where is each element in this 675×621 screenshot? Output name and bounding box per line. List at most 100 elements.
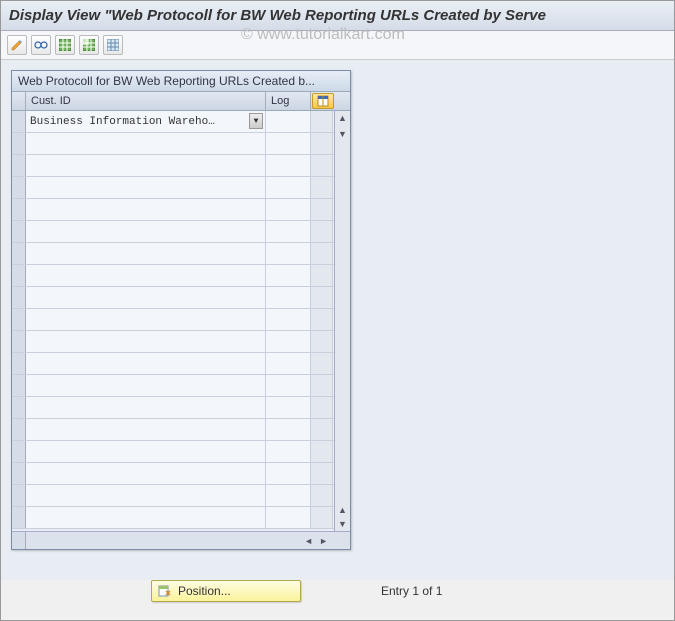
cell-cust-id[interactable] (26, 463, 266, 484)
table-row (12, 265, 350, 287)
cell-spacer (311, 111, 333, 132)
cell-spacer (311, 397, 333, 418)
scroll-down-icon[interactable]: ▼ (336, 517, 350, 531)
column-header-log[interactable]: Log (266, 92, 311, 110)
table-row (12, 419, 350, 441)
cell-cust-id[interactable] (26, 177, 266, 198)
glasses-icon (34, 40, 48, 50)
row-selector[interactable] (12, 507, 26, 528)
row-selector[interactable] (12, 287, 26, 308)
cell-cust-id[interactable] (26, 397, 266, 418)
cell-log[interactable] (266, 485, 311, 506)
cell-cust-id[interactable] (26, 155, 266, 176)
cell-spacer (311, 287, 333, 308)
row-selector[interactable] (12, 463, 26, 484)
row-selector[interactable] (12, 177, 26, 198)
cell-log[interactable] (266, 507, 311, 528)
window-header: Display View "Web Protocoll for BW Web R… (1, 1, 674, 31)
row-selector[interactable] (12, 199, 26, 220)
cell-log[interactable] (266, 155, 311, 176)
select-block-button[interactable] (79, 35, 99, 55)
cell-spacer (311, 243, 333, 264)
display-button[interactable] (31, 35, 51, 55)
column-header-cust[interactable]: Cust. ID (26, 92, 266, 110)
cell-cust-id[interactable]: Business Information Wareho…▼ (26, 111, 266, 132)
cell-cust-id[interactable] (26, 441, 266, 462)
cell-log[interactable] (266, 463, 311, 484)
scroll-left-icon[interactable]: ◄ (302, 536, 315, 546)
row-selector[interactable] (12, 353, 26, 374)
row-selector[interactable] (12, 441, 26, 462)
row-selector[interactable] (12, 309, 26, 330)
footer-row-selector (12, 532, 26, 549)
table-row (12, 485, 350, 507)
cell-cust-id[interactable] (26, 331, 266, 352)
table-row (12, 353, 350, 375)
cell-log[interactable] (266, 331, 311, 352)
row-selector[interactable] (12, 375, 26, 396)
row-selector[interactable] (12, 485, 26, 506)
row-selector[interactable] (12, 397, 26, 418)
grid-body: Business Information Wareho…▼ ▲ ▼ ▲ ▼ (12, 111, 350, 531)
column-settings-button[interactable] (312, 93, 334, 109)
row-selector[interactable] (12, 221, 26, 242)
cell-cust-id[interactable] (26, 199, 266, 220)
dropdown-icon[interactable]: ▼ (249, 113, 263, 129)
row-selector[interactable] (12, 111, 26, 132)
cell-cust-id[interactable] (26, 265, 266, 286)
deselect-all-button[interactable] (103, 35, 123, 55)
cell-log[interactable] (266, 419, 311, 440)
scroll-right-icon[interactable]: ► (317, 536, 330, 546)
cell-cust-id[interactable] (26, 133, 266, 154)
row-selector[interactable] (12, 243, 26, 264)
cell-log[interactable] (266, 287, 311, 308)
cell-cust-id[interactable] (26, 221, 266, 242)
horizontal-scrollbar[interactable]: ◄ ► (26, 536, 350, 546)
cell-log[interactable] (266, 243, 311, 264)
cell-spacer (311, 441, 333, 462)
table-settings-icon (317, 95, 329, 107)
cell-log[interactable] (266, 441, 311, 462)
cell-cust-id[interactable] (26, 287, 266, 308)
scroll-up-step-icon[interactable]: ▲ (336, 503, 350, 517)
cell-cust-id[interactable] (26, 309, 266, 330)
row-selector[interactable] (12, 155, 26, 176)
cell-cust-id[interactable] (26, 419, 266, 440)
row-selector[interactable] (12, 133, 26, 154)
position-button[interactable]: Position... (151, 580, 301, 602)
cell-cust-id[interactable] (26, 375, 266, 396)
cell-log[interactable] (266, 265, 311, 286)
cell-spacer (311, 463, 333, 484)
cell-log[interactable] (266, 199, 311, 220)
cell-spacer (311, 221, 333, 242)
cell-log[interactable] (266, 397, 311, 418)
table-row (12, 309, 350, 331)
cell-cust-id[interactable] (26, 243, 266, 264)
entry-count-text: Entry 1 of 1 (381, 584, 442, 598)
row-selector[interactable] (12, 419, 26, 440)
cell-log[interactable] (266, 177, 311, 198)
row-selector[interactable] (12, 331, 26, 352)
cell-log[interactable] (266, 221, 311, 242)
row-selector-header[interactable] (12, 92, 26, 110)
scroll-down-step-icon[interactable]: ▼ (336, 127, 350, 141)
grid-header: Cust. ID Log (12, 92, 350, 111)
cell-cust-id[interactable] (26, 507, 266, 528)
cell-log[interactable] (266, 111, 311, 132)
table-row (12, 287, 350, 309)
cell-log[interactable] (266, 133, 311, 154)
cell-log[interactable] (266, 375, 311, 396)
cell-cust-id[interactable] (26, 485, 266, 506)
row-selector[interactable] (12, 265, 26, 286)
vertical-scrollbar[interactable]: ▲ ▼ ▲ ▼ (334, 111, 350, 531)
scroll-up-icon[interactable]: ▲ (336, 111, 350, 125)
cell-spacer (311, 133, 333, 154)
table-icon (59, 39, 71, 51)
cell-log[interactable] (266, 309, 311, 330)
table-row (12, 463, 350, 485)
cell-spacer (311, 375, 333, 396)
select-all-button[interactable] (55, 35, 75, 55)
cell-log[interactable] (266, 353, 311, 374)
toggle-change-button[interactable] (7, 35, 27, 55)
cell-cust-id[interactable] (26, 353, 266, 374)
